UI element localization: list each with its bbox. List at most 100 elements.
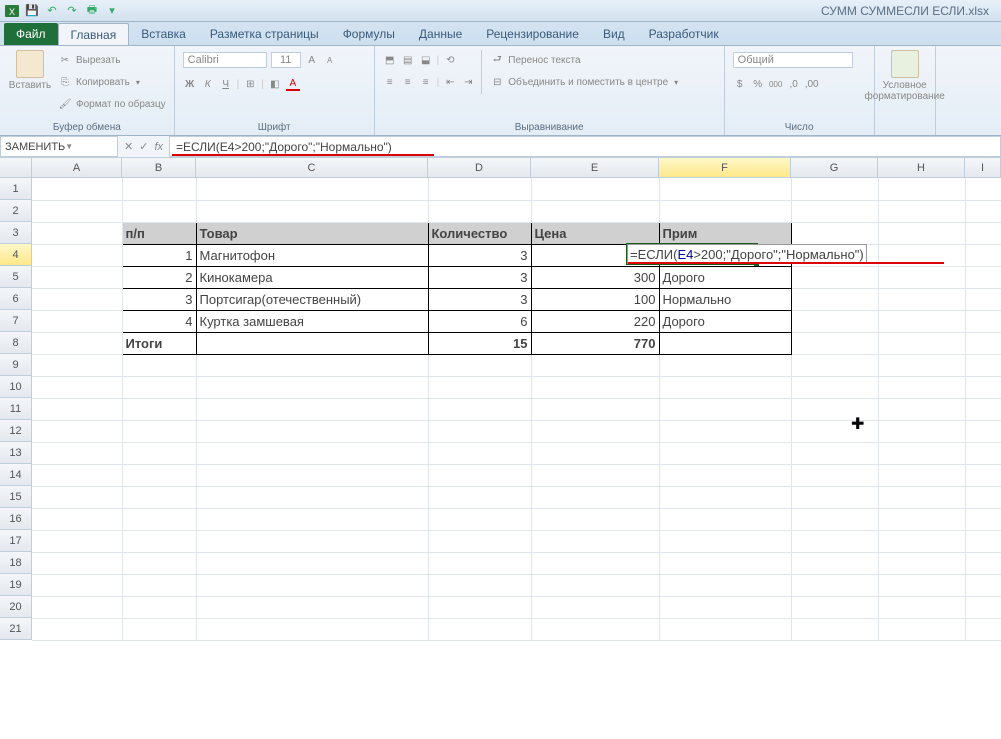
tab-insert[interactable]: Вставка <box>129 23 198 45</box>
tab-review[interactable]: Рецензирование <box>474 23 591 45</box>
redo-icon[interactable]: ↷ <box>64 3 80 19</box>
name-box[interactable]: ЗАМЕНИТЬ ▼ <box>0 136 118 157</box>
row-header-19[interactable]: 19 <box>0 574 32 596</box>
format-painter-button[interactable]: 🖌Формат по образцу <box>58 94 166 114</box>
borders-icon[interactable]: ⊞ <box>243 77 257 91</box>
merge-icon: ⊟ <box>490 75 504 89</box>
font-name-select[interactable]: Calibri <box>183 52 267 68</box>
wrap-label: Перенос текста <box>508 55 580 66</box>
orientation-icon[interactable]: ⟲ <box>443 53 457 67</box>
comma-icon[interactable]: 000 <box>769 77 783 91</box>
cut-button[interactable]: ✂Вырезать <box>58 50 166 70</box>
row-header-17[interactable]: 17 <box>0 530 32 552</box>
cell-formula-editor[interactable]: =ЕСЛИ(E4>200;"Дорого";"Нормально") <box>627 244 867 264</box>
tab-view[interactable]: Вид <box>591 23 637 45</box>
column-header-H[interactable]: H <box>878 158 965 178</box>
row-header-14[interactable]: 14 <box>0 464 32 486</box>
fill-color-icon[interactable]: ◧ <box>268 77 282 91</box>
column-header-E[interactable]: E <box>531 158 659 178</box>
quick-access-toolbar: X 💾 ↶ ↷ 🖶 ▾ <box>4 3 120 19</box>
row-header-1[interactable]: 1 <box>0 178 32 200</box>
group-font-label: Шрифт <box>183 120 366 133</box>
row-header-2[interactable]: 2 <box>0 200 32 222</box>
column-header-I[interactable]: I <box>965 158 1001 178</box>
formula-prefix: =ЕСЛИ( <box>630 247 677 262</box>
decrease-indent-icon[interactable]: ⇤ <box>443 75 457 89</box>
column-header-G[interactable]: G <box>791 158 878 178</box>
row-header-5[interactable]: 5 <box>0 266 32 288</box>
fx-icon[interactable]: fx <box>154 141 163 153</box>
decrease-font-icon[interactable]: A <box>323 53 337 67</box>
row-header-21[interactable]: 21 <box>0 618 32 640</box>
select-all-corner[interactable] <box>0 158 32 178</box>
paste-button[interactable]: Вставить <box>8 50 52 91</box>
paste-icon <box>16 50 44 78</box>
column-header-C[interactable]: C <box>196 158 428 178</box>
number-format-select[interactable]: Общий <box>733 52 853 68</box>
italic-icon[interactable]: К <box>201 77 215 91</box>
tab-developer[interactable]: Разработчик <box>637 23 731 45</box>
name-box-dropdown-icon[interactable]: ▼ <box>65 142 113 151</box>
underline-icon[interactable]: Ч <box>219 77 233 91</box>
row-header-18[interactable]: 18 <box>0 552 32 574</box>
align-left-icon[interactable]: ≡ <box>383 75 397 89</box>
copy-button[interactable]: ⎘Копировать▾ <box>58 72 166 92</box>
wrap-text-button[interactable]: ⮐ Перенос текста <box>490 50 678 70</box>
row-header-3[interactable]: 3 <box>0 222 32 244</box>
row-header-16[interactable]: 16 <box>0 508 32 530</box>
print-icon[interactable]: 🖶 <box>84 3 100 19</box>
increase-indent-icon[interactable]: ⇥ <box>461 75 475 89</box>
formula-suffix: >200;"Дорого";"Нормально") <box>693 247 863 262</box>
group-styles: Условное форматирование <box>875 46 936 135</box>
row-header-6[interactable]: 6 <box>0 288 32 310</box>
enter-formula-icon[interactable]: ✓ <box>139 140 148 153</box>
row-header-11[interactable]: 11 <box>0 398 32 420</box>
currency-icon[interactable]: $ <box>733 77 747 91</box>
wrap-icon: ⮐ <box>490 53 504 67</box>
save-icon[interactable]: 💾 <box>24 3 40 19</box>
qat-dropdown-icon[interactable]: ▾ <box>104 3 120 19</box>
row-header-9[interactable]: 9 <box>0 354 32 376</box>
row-header-12[interactable]: 12 <box>0 420 32 442</box>
increase-font-icon[interactable]: A <box>305 53 319 67</box>
align-middle-icon[interactable]: ▤ <box>401 53 415 67</box>
column-header-D[interactable]: D <box>428 158 531 178</box>
conditional-formatting-button[interactable]: Условное форматирование <box>883 50 927 102</box>
row-header-8[interactable]: 8 <box>0 332 32 354</box>
column-header-F[interactable]: F <box>659 158 791 178</box>
formula-highlight <box>172 154 434 156</box>
row-header-13[interactable]: 13 <box>0 442 32 464</box>
row-header-4[interactable]: 4 <box>0 244 32 266</box>
bold-icon[interactable]: Ж <box>183 77 197 91</box>
increase-decimal-icon[interactable]: ,0 <box>787 77 801 91</box>
merge-center-button[interactable]: ⊟Объединить и поместить в центре▾ <box>490 72 678 92</box>
align-top-icon[interactable]: ⬒ <box>383 53 397 67</box>
column-header-A[interactable]: A <box>32 158 122 178</box>
tab-formulas[interactable]: Формулы <box>331 23 407 45</box>
column-header-B[interactable]: B <box>122 158 196 178</box>
formula-buttons: ✕ ✓ fx <box>118 136 169 157</box>
decrease-decimal-icon[interactable]: ,00 <box>805 77 819 91</box>
percent-icon[interactable]: % <box>751 77 765 91</box>
spreadsheet-grid[interactable]: ABCDEFGHI 123456789101112131415161718192… <box>0 158 1001 738</box>
group-number: Общий $ % 000 ,0 ,00 Число <box>725 46 875 135</box>
row-header-15[interactable]: 15 <box>0 486 32 508</box>
row-header-20[interactable]: 20 <box>0 596 32 618</box>
row-header-7[interactable]: 7 <box>0 310 32 332</box>
tab-data[interactable]: Данные <box>407 23 474 45</box>
group-styles-label <box>883 131 927 133</box>
file-tab[interactable]: Файл <box>4 23 58 45</box>
font-color-icon[interactable]: A <box>286 77 300 91</box>
tab-pagelayout[interactable]: Разметка страницы <box>198 23 331 45</box>
undo-icon[interactable]: ↶ <box>44 3 60 19</box>
font-size-select[interactable]: 11 <box>271 52 301 68</box>
tab-home[interactable]: Главная <box>58 23 130 45</box>
align-right-icon[interactable]: ≡ <box>419 75 433 89</box>
formula-ref: E4 <box>677 247 693 262</box>
align-center-icon[interactable]: ≡ <box>401 75 415 89</box>
formula-bar[interactable]: =ЕСЛИ(E4>200;"Дорого";"Нормально") <box>169 136 1001 157</box>
cancel-formula-icon[interactable]: ✕ <box>124 140 133 153</box>
align-bottom-icon[interactable]: ⬓ <box>419 53 433 67</box>
row-header-10[interactable]: 10 <box>0 376 32 398</box>
title-bar: X 💾 ↶ ↷ 🖶 ▾ СУММ СУММЕСЛИ ЕСЛИ.xlsx <box>0 0 1001 22</box>
